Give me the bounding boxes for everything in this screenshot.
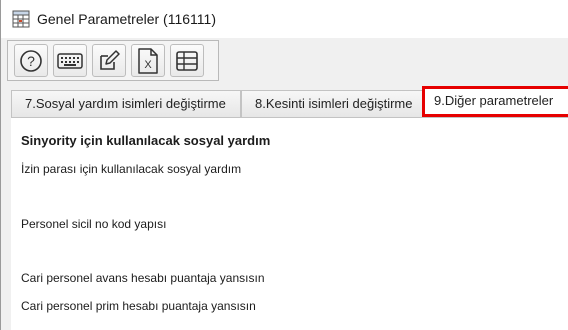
param-seniority-benefit-label: Sinyority için kullanılacak sosyal yardı… bbox=[21, 133, 271, 148]
keyboard-button[interactable] bbox=[53, 44, 87, 77]
param-leave-pay-benefit-label: İzin parası için kullanılacak sosyal yar… bbox=[21, 162, 242, 176]
help-button[interactable]: ? bbox=[14, 44, 48, 77]
svg-text:?: ? bbox=[27, 53, 35, 69]
excel-icon: X bbox=[138, 47, 158, 74]
edit-icon bbox=[100, 49, 120, 70]
table-button[interactable] bbox=[170, 44, 204, 77]
help-icon: ? bbox=[20, 49, 42, 72]
toolbar-area: ? X bbox=[1, 38, 568, 84]
tab-content-panel: Sinyority için kullanılacak sosyal yardı… bbox=[11, 117, 568, 330]
window: Genel Parametreler (116111) ? X 7.Sosyal… bbox=[0, 0, 568, 330]
title-bar: Genel Parametreler (116111) bbox=[1, 0, 568, 38]
svg-text:X: X bbox=[144, 59, 152, 71]
tab-deduction-names[interactable]: 8.Kesinti isimleri değiştirme bbox=[241, 90, 423, 117]
window-title: Genel Parametreler (116111) bbox=[37, 11, 216, 27]
keyboard-icon bbox=[57, 52, 83, 69]
param-personnel-code-structure-label: Personel sicil no kod yapısı bbox=[21, 217, 167, 231]
param-advance-account-label: Cari personel avans hesabı puantaja yans… bbox=[21, 271, 265, 285]
param-bonus-account-label: Cari personel prim hesabı puantaja yansı… bbox=[21, 299, 256, 313]
tab-social-benefit-names[interactable]: 7.Sosyal yardım isimleri değiştirme bbox=[11, 90, 241, 117]
edit-button[interactable] bbox=[92, 44, 126, 77]
tab-other-parameters[interactable]: 9.Diğer parametreler bbox=[422, 86, 568, 117]
toolbar: ? X bbox=[7, 40, 219, 81]
table-icon bbox=[176, 50, 198, 71]
spreadsheet-app-icon bbox=[12, 10, 30, 28]
excel-export-button[interactable]: X bbox=[131, 44, 165, 77]
